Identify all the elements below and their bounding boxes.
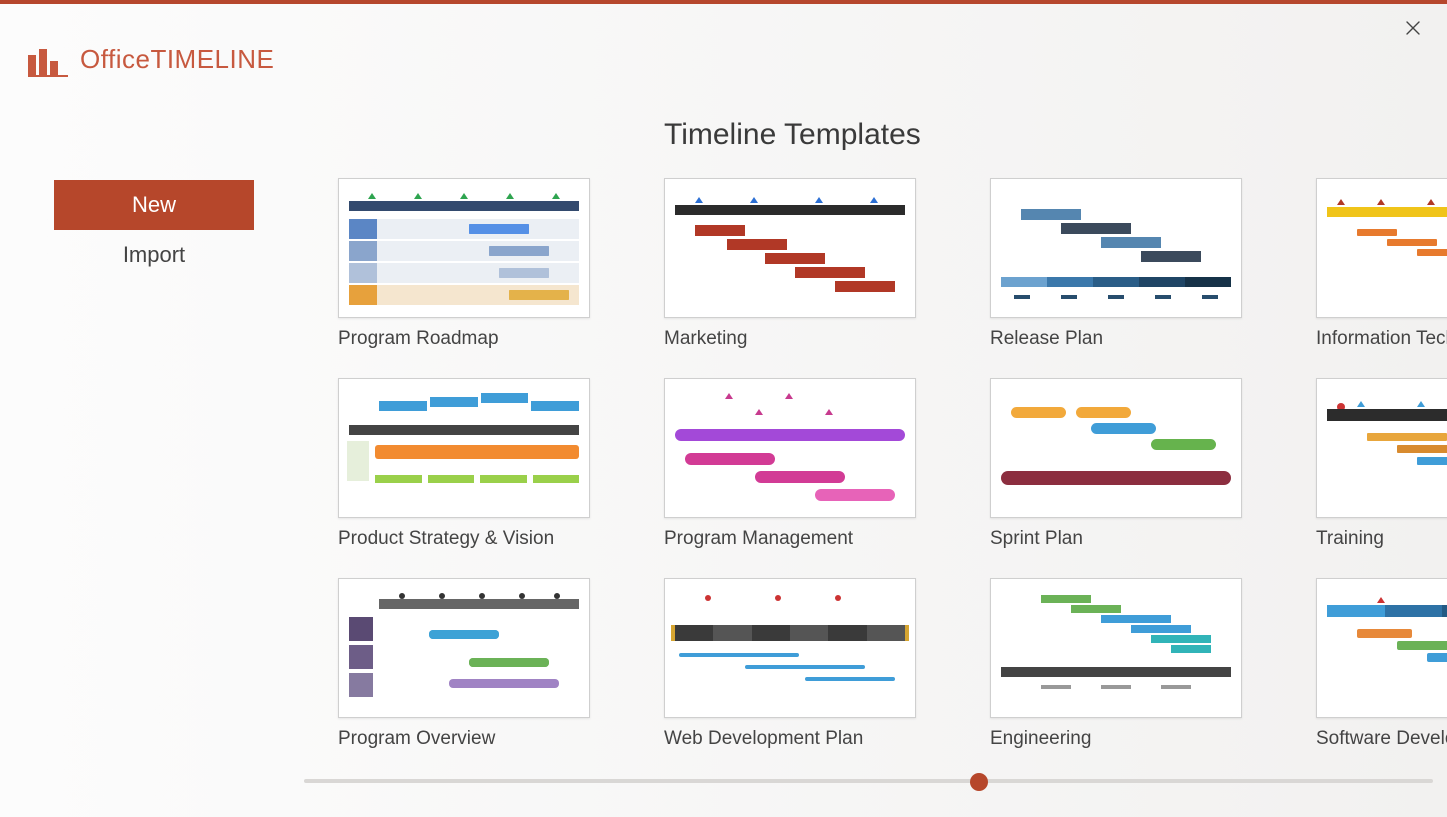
sidebar-item-import[interactable]: Import (54, 230, 254, 280)
template-label: Information Technology (1316, 328, 1447, 350)
close-icon (1405, 20, 1421, 41)
template-card-software-development[interactable]: Software Development (1316, 578, 1447, 750)
template-thumbnail (990, 178, 1242, 318)
template-thumbnail (1316, 578, 1447, 718)
template-card-release-plan[interactable]: Release Plan (990, 178, 1242, 350)
app-logo: OfficeTIMELINE (28, 44, 274, 75)
close-button[interactable] (1401, 18, 1425, 42)
template-label: Product Strategy & Vision (338, 528, 590, 550)
template-card-program-overview[interactable]: Program Overview (338, 578, 590, 750)
template-thumbnail (664, 578, 916, 718)
template-label: Sprint Plan (990, 528, 1242, 550)
horizontal-scrollbar[interactable] (304, 773, 1433, 789)
template-label: Release Plan (990, 328, 1242, 350)
template-card-program-roadmap[interactable]: Program Roadmap (338, 178, 590, 350)
template-card-training[interactable]: Training (1316, 378, 1447, 550)
template-thumbnail (664, 378, 916, 518)
scrollbar-track (304, 779, 1433, 783)
template-thumbnail (1316, 378, 1447, 518)
section-title: Timeline Templates (664, 118, 1447, 152)
template-thumbnail (338, 378, 590, 518)
sidebar-item-label: Import (123, 242, 185, 268)
app-title: OfficeTIMELINE (80, 44, 274, 75)
sidebar-item-label: New (132, 192, 176, 218)
sidebar-item-new[interactable]: New (54, 180, 254, 230)
template-label: Marketing (664, 328, 916, 350)
window-top-accent (0, 0, 1447, 4)
scrollbar-thumb[interactable] (970, 773, 988, 791)
content-area: Timeline Templates Program Roadmap Marke… (338, 118, 1447, 777)
template-label: Program Management (664, 528, 916, 550)
template-card-engineering[interactable]: Engineering (990, 578, 1242, 750)
template-thumbnail (338, 178, 590, 318)
template-card-product-strategy[interactable]: Product Strategy & Vision (338, 378, 590, 550)
template-label: Program Roadmap (338, 328, 590, 350)
sidebar: New Import (54, 180, 254, 280)
timeline-bars-icon (28, 47, 68, 75)
template-card-program-management[interactable]: Program Management (664, 378, 916, 550)
template-thumbnail (990, 578, 1242, 718)
template-thumbnail (338, 578, 590, 718)
template-label: Program Overview (338, 728, 590, 750)
template-label: Software Development (1316, 728, 1447, 750)
template-card-information-technology[interactable]: Information Technology (1316, 178, 1447, 350)
template-card-sprint-plan[interactable]: Sprint Plan (990, 378, 1242, 550)
template-thumbnail (990, 378, 1242, 518)
template-card-web-development-plan[interactable]: Web Development Plan (664, 578, 916, 750)
template-label: Training (1316, 528, 1447, 550)
template-thumbnail (1316, 178, 1447, 318)
template-label: Engineering (990, 728, 1242, 750)
template-grid: Program Roadmap Marketing Release Plan (338, 178, 1447, 750)
template-card-marketing[interactable]: Marketing (664, 178, 916, 350)
template-label: Web Development Plan (664, 728, 916, 750)
template-thumbnail (664, 178, 916, 318)
